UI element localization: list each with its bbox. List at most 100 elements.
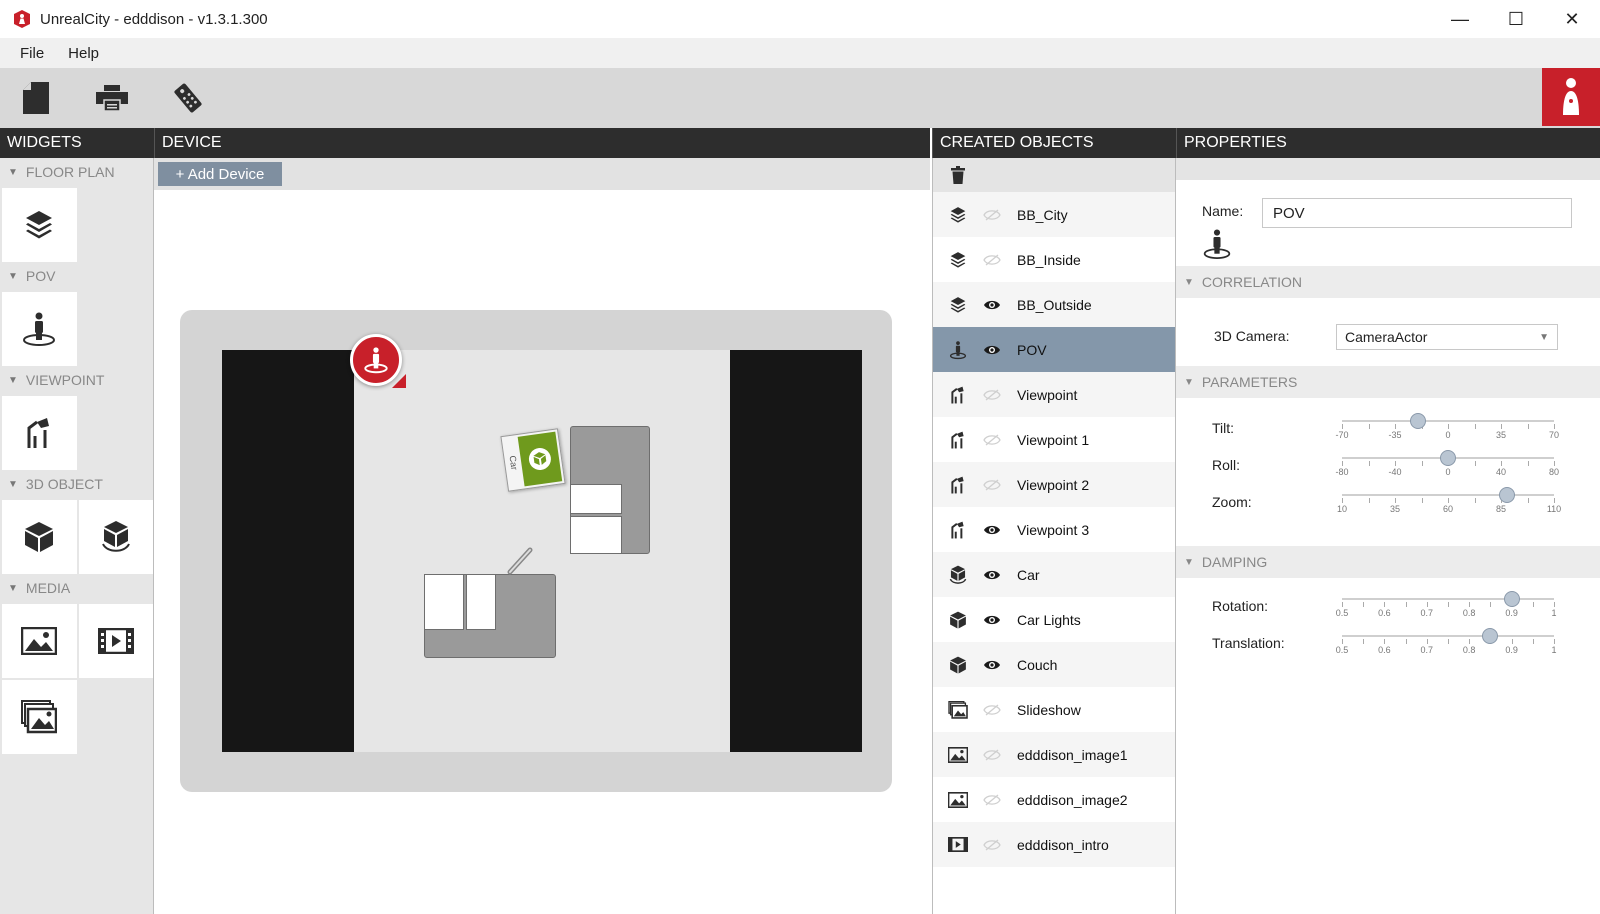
section-pov[interactable]: ▼ POV — [0, 262, 153, 290]
close-button[interactable]: ✕ — [1544, 0, 1600, 38]
eye-hidden-icon[interactable] — [981, 699, 1003, 721]
slider-tick-label: -80 — [1335, 467, 1349, 477]
tilt-slider[interactable]: -70 -35 0 35 70 — [1335, 412, 1559, 442]
object-row[interactable]: Slideshow — [933, 687, 1175, 732]
slider-thumb[interactable] — [1409, 413, 1426, 429]
title-bar: UnrealCity - edddison - v1.3.1.300 — ☐ ✕ — [0, 0, 1600, 38]
slider-thumb[interactable] — [1503, 591, 1520, 607]
object-row[interactable]: edddison_image1 — [933, 732, 1175, 777]
eye-icon[interactable] — [981, 294, 1003, 316]
objects-list: BB_City BB_Inside BB_Outside POV Viewpoint Vi… — [933, 192, 1175, 867]
viewpoint-icon — [947, 519, 969, 541]
slider-tick-label: 0.8 — [1462, 645, 1476, 655]
layers-icon — [947, 249, 969, 271]
object-row[interactable]: Car — [933, 552, 1175, 597]
maximize-button[interactable]: ☐ — [1488, 0, 1544, 38]
section-viewpoint[interactable]: ▼ VIEWPOINT — [0, 366, 153, 394]
object-row[interactable]: BB_City — [933, 192, 1175, 237]
translation-label: Translation: — [1212, 635, 1285, 651]
eye-icon[interactable] — [981, 339, 1003, 361]
animated-cube-icon — [528, 448, 551, 471]
object-label: Viewpoint 2 — [1017, 476, 1090, 493]
section-floor-plan[interactable]: ▼ FLOOR PLAN — [0, 158, 153, 186]
object-row[interactable]: POV — [933, 327, 1175, 372]
object-label: Car Lights — [1017, 611, 1081, 628]
section-media[interactable]: ▼ MEDIA — [0, 574, 153, 602]
viewpoint-widget[interactable] — [2, 396, 77, 470]
object-label: POV — [1017, 341, 1047, 358]
parameters-group[interactable]: ▼ PARAMETERS — [1176, 366, 1600, 398]
eye-hidden-icon[interactable] — [981, 429, 1003, 451]
object-row[interactable]: Viewpoint — [933, 372, 1175, 417]
video-widget[interactable] — [78, 604, 153, 678]
object-row[interactable]: Viewpoint 3 — [933, 507, 1175, 552]
section-3d-object[interactable]: ▼ 3D OBJECT — [0, 470, 153, 498]
menu-help[interactable]: Help — [56, 45, 111, 62]
animated-3d-object-widget[interactable] — [78, 500, 153, 574]
print-button[interactable] — [92, 78, 132, 118]
slider-thumb[interactable] — [1440, 450, 1456, 466]
object-row[interactable]: Viewpoint 1 — [933, 417, 1175, 462]
eye-hidden-icon[interactable] — [981, 249, 1003, 271]
slider-track[interactable] — [1342, 420, 1554, 422]
rotation-label: Rotation: — [1212, 598, 1269, 614]
zoom-slider[interactable]: 10 35 60 85 110 — [1337, 486, 1561, 516]
minimize-button[interactable]: — — [1432, 0, 1488, 38]
object-row[interactable]: BB_Outside — [933, 282, 1175, 327]
rotation-slider[interactable]: 0.5 0.6 0.7 0.8 0.9 1 — [1336, 590, 1557, 620]
eye-hidden-icon[interactable] — [981, 834, 1003, 856]
roll-slider[interactable]: -80 -40 0 40 80 — [1335, 449, 1559, 479]
eye-icon[interactable] — [981, 564, 1003, 586]
device-header: DEVICE — [154, 128, 930, 158]
object-row[interactable]: BB_Inside — [933, 237, 1175, 282]
object-row[interactable]: Viewpoint 2 — [933, 462, 1175, 507]
trash-icon[interactable] — [951, 166, 965, 184]
object-row[interactable]: Couch — [933, 642, 1175, 687]
slider-tick-label: 60 — [1442, 504, 1454, 514]
animated-cube-icon — [947, 564, 969, 586]
eye-hidden-icon[interactable] — [981, 204, 1003, 226]
edddison-figure-icon — [1563, 78, 1579, 115]
3d-object-widget[interactable] — [2, 500, 77, 574]
translation-slider[interactable]: 0.5 0.6 0.7 0.8 0.9 1 — [1336, 627, 1557, 657]
print-icon — [96, 85, 128, 111]
object-row[interactable]: Car Lights — [933, 597, 1175, 642]
floor-plan-widget[interactable] — [2, 188, 77, 262]
couch-slot — [424, 574, 464, 630]
remote-control-button[interactable] — [168, 78, 208, 118]
image-widget[interactable] — [2, 604, 77, 678]
floor-plan-canvas[interactable]: Car — [354, 350, 730, 752]
eye-hidden-icon[interactable] — [981, 744, 1003, 766]
slider-track[interactable] — [1342, 598, 1554, 600]
object-row[interactable]: edddison_image2 — [933, 777, 1175, 822]
new-file-button[interactable] — [16, 78, 56, 118]
car-marker[interactable]: Car — [500, 428, 566, 492]
eye-hidden-icon[interactable] — [981, 384, 1003, 406]
empty-tile — [78, 188, 153, 262]
empty-tile — [78, 396, 153, 470]
eye-icon[interactable] — [981, 654, 1003, 676]
menu-file[interactable]: File — [8, 45, 56, 62]
correlation-group[interactable]: ▼ CORRELATION — [1176, 266, 1600, 298]
section-3d-object-label: 3D OBJECT — [25, 476, 103, 492]
eye-hidden-icon[interactable] — [981, 789, 1003, 811]
slider-tick-label: 0.6 — [1378, 645, 1391, 655]
object-label: Car — [1017, 566, 1040, 583]
slider-track[interactable] — [1342, 494, 1554, 496]
slider-track[interactable] — [1342, 635, 1554, 637]
furniture-slot — [570, 516, 622, 554]
camera-select[interactable]: CameraActor ▼ — [1336, 324, 1558, 350]
slideshow-widget[interactable] — [2, 680, 77, 754]
slider-tick-label: 35 — [1495, 430, 1507, 440]
damping-group[interactable]: ▼ DAMPING — [1176, 546, 1600, 578]
objects-header: CREATED OBJECTS — [932, 128, 1176, 158]
add-device-button[interactable]: + Add Device — [158, 162, 282, 186]
object-row[interactable]: edddison_intro — [933, 822, 1175, 867]
eye-hidden-icon[interactable] — [981, 474, 1003, 496]
eye-icon[interactable] — [981, 609, 1003, 631]
viewpoint-icon — [27, 418, 50, 448]
name-field[interactable]: POV — [1262, 198, 1572, 228]
eye-icon[interactable] — [981, 519, 1003, 541]
pov-widget[interactable] — [2, 292, 77, 366]
slider-tick-label: -40 — [1388, 467, 1402, 477]
